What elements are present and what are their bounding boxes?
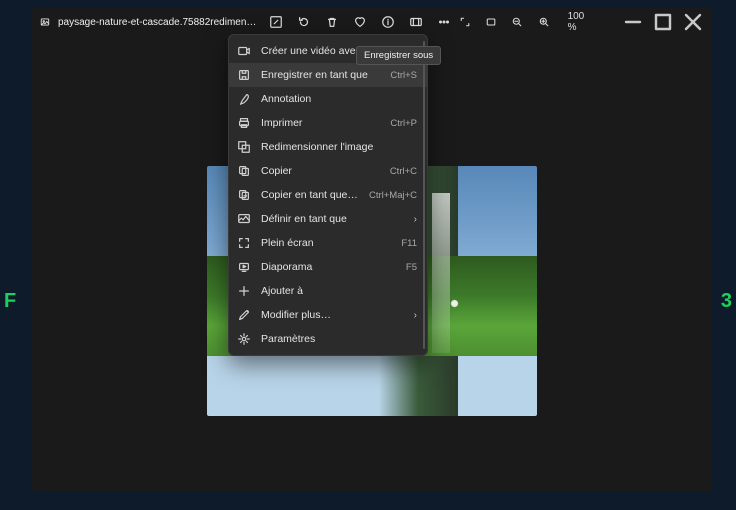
annotate-icon <box>237 92 251 106</box>
fullscreen-icon <box>237 236 251 250</box>
menu-item-label: Modifier plus… <box>261 309 404 321</box>
zoom-in-icon[interactable] <box>538 15 550 29</box>
film-icon[interactable] <box>409 15 423 29</box>
menu-item-label: Ajouter à <box>261 285 417 297</box>
save-icon <box>237 68 251 82</box>
menu-item-print[interactable]: Imprimer Ctrl+P <box>229 111 427 135</box>
chevron-right-icon: › <box>414 310 417 321</box>
delete-icon[interactable] <box>325 15 339 29</box>
zoom-out-icon[interactable] <box>511 15 523 29</box>
menu-item-resize[interactable]: Redimensionner l'image <box>229 135 427 159</box>
menu-item-copy-path[interactable]: Copier en tant que chemin d'accès Ctrl+Ma… <box>229 183 427 207</box>
window-title: paysage-nature-et-cascade.75882redimensi… <box>58 17 261 28</box>
window-controls <box>618 8 708 36</box>
menu-item-label: Imprimer <box>261 117 380 129</box>
menu-item-label: Plein écran <box>261 237 391 249</box>
menu-item-label: Annotation <box>261 93 417 105</box>
menu-item-copy[interactable]: Copier Ctrl+C <box>229 159 427 183</box>
info-icon[interactable] <box>381 15 395 29</box>
toolbar-right: 100 % <box>459 8 708 36</box>
menu-item-shortcut: Ctrl+S <box>390 70 417 81</box>
print-icon <box>237 116 251 130</box>
menu-item-shortcut: Ctrl+C <box>390 166 417 177</box>
menu-item-label: Redimensionner l'image <box>261 141 417 153</box>
zoom-percentage: 100 % <box>568 11 592 33</box>
copy-icon <box>237 164 251 178</box>
rotate-icon[interactable] <box>297 15 311 29</box>
context-menu: Créer une vidéo avec Microsoft›Enregistr… <box>228 34 428 356</box>
set-as-icon <box>237 212 251 226</box>
background-left-letter: F <box>4 290 16 313</box>
minimize-button[interactable] <box>618 8 648 36</box>
menu-item-save[interactable]: Enregistrer en tant que Ctrl+S <box>229 63 427 87</box>
titlebar: paysage-nature-et-cascade.75882redimensi… <box>32 8 712 36</box>
fullscreen-toggle-icon[interactable] <box>459 15 471 29</box>
video-icon <box>237 44 251 58</box>
fit-icon[interactable] <box>485 15 497 29</box>
edit-image-icon[interactable] <box>269 15 283 29</box>
copy-path-icon <box>237 188 251 202</box>
menu-item-label: Copier en tant que chemin d'accès <box>261 189 359 201</box>
add-icon <box>237 284 251 298</box>
more-icon[interactable] <box>437 15 451 29</box>
menu-item-set-as[interactable]: Définir en tant que › <box>229 207 427 231</box>
close-button[interactable] <box>678 8 708 36</box>
menu-item-annotate[interactable]: Annotation <box>229 87 427 111</box>
menu-item-settings[interactable]: Paramètres <box>229 327 427 351</box>
slideshow-icon <box>237 260 251 274</box>
maximize-button[interactable] <box>648 8 678 36</box>
chevron-right-icon: › <box>414 214 417 225</box>
toolbar-center <box>269 15 451 29</box>
menu-item-shortcut: Ctrl+P <box>390 118 417 129</box>
menu-item-edit[interactable]: Modifier plus… › <box>229 303 427 327</box>
settings-icon <box>237 332 251 346</box>
menu-item-label: Enregistrer en tant que <box>261 69 380 81</box>
resize-icon <box>237 140 251 154</box>
background-right-letter: 3 <box>721 290 732 313</box>
edit-icon <box>237 308 251 322</box>
menu-item-shortcut: Ctrl+Maj+C <box>369 190 417 201</box>
menu-item-label: Définir en tant que <box>261 213 404 225</box>
menu-item-fullscreen[interactable]: Plein écran F11 <box>229 231 427 255</box>
menu-item-shortcut: F11 <box>401 238 417 249</box>
menu-item-label: Paramètres <box>261 333 417 345</box>
favorite-icon[interactable] <box>353 15 367 29</box>
menu-item-shortcut: F5 <box>406 262 417 273</box>
tooltip: Enregistrer sous <box>356 46 441 65</box>
app-icon <box>40 15 50 29</box>
menu-item-label: Diaporama <box>261 261 396 273</box>
menu-item-slideshow[interactable]: Diaporama F5 <box>229 255 427 279</box>
menu-item-label: Copier <box>261 165 380 177</box>
menu-item-add[interactable]: Ajouter à <box>229 279 427 303</box>
